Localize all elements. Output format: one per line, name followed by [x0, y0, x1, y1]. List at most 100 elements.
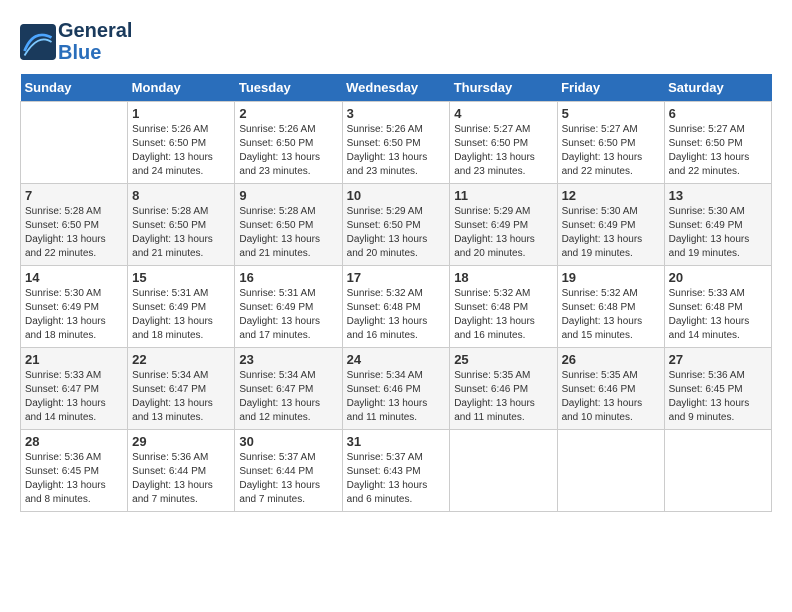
day-number: 24: [347, 352, 446, 367]
calendar-cell: [557, 430, 664, 512]
calendar-cell: 28 Sunrise: 5:36 AM Sunset: 6:45 PM Dayli…: [21, 430, 128, 512]
day-info: Sunrise: 5:34 AM Sunset: 6:47 PM Dayligh…: [132, 369, 230, 425]
day-info: Sunrise: 5:26 AM Sunset: 6:50 PM Dayligh…: [132, 123, 230, 179]
day-number: 19: [562, 270, 660, 285]
day-number: 21: [25, 352, 123, 367]
calendar-cell: [664, 430, 771, 512]
day-info: Sunrise: 5:37 AM Sunset: 6:44 PM Dayligh…: [239, 451, 337, 507]
weekday-header-saturday: Saturday: [664, 74, 771, 102]
day-info: Sunrise: 5:34 AM Sunset: 6:46 PM Dayligh…: [347, 369, 446, 425]
day-info: Sunrise: 5:26 AM Sunset: 6:50 PM Dayligh…: [347, 123, 446, 179]
calendar-cell: 10 Sunrise: 5:29 AM Sunset: 6:50 PM Dayli…: [342, 184, 450, 266]
calendar-cell: [450, 430, 557, 512]
calendar-cell: 8 Sunrise: 5:28 AM Sunset: 6:50 PM Daylig…: [128, 184, 235, 266]
calendar-cell: 21 Sunrise: 5:33 AM Sunset: 6:47 PM Dayli…: [21, 348, 128, 430]
day-number: 31: [347, 434, 446, 449]
calendar-cell: 6 Sunrise: 5:27 AM Sunset: 6:50 PM Daylig…: [664, 102, 771, 184]
day-number: 10: [347, 188, 446, 203]
calendar-week-row: 21 Sunrise: 5:33 AM Sunset: 6:47 PM Dayli…: [21, 348, 772, 430]
day-number: 26: [562, 352, 660, 367]
day-info: Sunrise: 5:32 AM Sunset: 6:48 PM Dayligh…: [562, 287, 660, 343]
day-info: Sunrise: 5:26 AM Sunset: 6:50 PM Dayligh…: [239, 123, 337, 179]
calendar-cell: 24 Sunrise: 5:34 AM Sunset: 6:46 PM Dayli…: [342, 348, 450, 430]
calendar-cell: 15 Sunrise: 5:31 AM Sunset: 6:49 PM Dayli…: [128, 266, 235, 348]
calendar-cell: 14 Sunrise: 5:30 AM Sunset: 6:49 PM Dayli…: [21, 266, 128, 348]
calendar-cell: 13Sunrise: 5:30 AM Sunset: 6:49 PM Dayli…: [664, 184, 771, 266]
day-number: 4: [454, 106, 552, 121]
calendar-cell: 17 Sunrise: 5:32 AM Sunset: 6:48 PM Dayli…: [342, 266, 450, 348]
day-info: Sunrise: 5:36 AM Sunset: 6:45 PM Dayligh…: [669, 369, 767, 425]
calendar-week-row: 1 Sunrise: 5:26 AM Sunset: 6:50 PM Daylig…: [21, 102, 772, 184]
day-info: Sunrise: 5:37 AM Sunset: 6:43 PM Dayligh…: [347, 451, 446, 507]
calendar-cell: 12 Sunrise: 5:30 AM Sunset: 6:49 PM Dayli…: [557, 184, 664, 266]
day-number: 29: [132, 434, 230, 449]
day-info: Sunrise: 5:33 AM Sunset: 6:47 PM Dayligh…: [25, 369, 123, 425]
day-info: Sunrise: 5:28 AM Sunset: 6:50 PM Dayligh…: [25, 205, 123, 261]
day-number: 11: [454, 188, 552, 203]
day-info: Sunrise: 5:27 AM Sunset: 6:50 PM Dayligh…: [669, 123, 767, 179]
day-number: 12: [562, 188, 660, 203]
day-info: Sunrise: 5:36 AM Sunset: 6:44 PM Dayligh…: [132, 451, 230, 507]
day-number: 30: [239, 434, 337, 449]
day-number: 3: [347, 106, 446, 121]
day-number: 28: [25, 434, 123, 449]
day-number: 8: [132, 188, 230, 203]
calendar-cell: 30 Sunrise: 5:37 AM Sunset: 6:44 PM Dayli…: [235, 430, 342, 512]
calendar-week-row: 7 Sunrise: 5:28 AM Sunset: 6:50 PM Daylig…: [21, 184, 772, 266]
weekday-header-friday: Friday: [557, 74, 664, 102]
day-number: 6: [669, 106, 767, 121]
calendar-cell: 11 Sunrise: 5:29 AM Sunset: 6:49 PM Dayli…: [450, 184, 557, 266]
day-info: Sunrise: 5:27 AM Sunset: 6:50 PM Dayligh…: [562, 123, 660, 179]
day-number: 23: [239, 352, 337, 367]
day-info: Sunrise: 5:31 AM Sunset: 6:49 PM Dayligh…: [239, 287, 337, 343]
calendar-week-row: 28 Sunrise: 5:36 AM Sunset: 6:45 PM Dayli…: [21, 430, 772, 512]
calendar-cell: 3 Sunrise: 5:26 AM Sunset: 6:50 PM Daylig…: [342, 102, 450, 184]
day-number: 25: [454, 352, 552, 367]
day-info: Sunrise: 5:29 AM Sunset: 6:49 PM Dayligh…: [454, 205, 552, 261]
day-info: Sunrise: 5:34 AM Sunset: 6:47 PM Dayligh…: [239, 369, 337, 425]
day-info: Sunrise: 5:36 AM Sunset: 6:45 PM Dayligh…: [25, 451, 123, 507]
day-number: 16: [239, 270, 337, 285]
weekday-header-wednesday: Wednesday: [342, 74, 450, 102]
day-number: 18: [454, 270, 552, 285]
day-number: 15: [132, 270, 230, 285]
calendar-cell: 7 Sunrise: 5:28 AM Sunset: 6:50 PM Daylig…: [21, 184, 128, 266]
calendar-cell: 18 Sunrise: 5:32 AM Sunset: 6:48 PM Dayli…: [450, 266, 557, 348]
day-info: Sunrise: 5:28 AM Sunset: 6:50 PM Dayligh…: [132, 205, 230, 261]
day-number: 7: [25, 188, 123, 203]
day-info: Sunrise: 5:32 AM Sunset: 6:48 PM Dayligh…: [454, 287, 552, 343]
weekday-header-monday: Monday: [128, 74, 235, 102]
day-number: 14: [25, 270, 123, 285]
calendar-cell: 9 Sunrise: 5:28 AM Sunset: 6:50 PM Daylig…: [235, 184, 342, 266]
day-info: Sunrise: 5:31 AM Sunset: 6:49 PM Dayligh…: [132, 287, 230, 343]
day-info: Sunrise: 5:32 AM Sunset: 6:48 PM Dayligh…: [347, 287, 446, 343]
weekday-header-tuesday: Tuesday: [235, 74, 342, 102]
day-number: 17: [347, 270, 446, 285]
logo-icon: [20, 24, 56, 60]
day-info: Sunrise: 5:33 AM Sunset: 6:48 PM Dayligh…: [669, 287, 767, 343]
calendar-cell: 27Sunrise: 5:36 AM Sunset: 6:45 PM Dayli…: [664, 348, 771, 430]
day-number: 1: [132, 106, 230, 121]
day-info: Sunrise: 5:29 AM Sunset: 6:50 PM Dayligh…: [347, 205, 446, 261]
calendar-cell: 25 Sunrise: 5:35 AM Sunset: 6:46 PM Dayli…: [450, 348, 557, 430]
day-number: 22: [132, 352, 230, 367]
calendar-cell: 5 Sunrise: 5:27 AM Sunset: 6:50 PM Daylig…: [557, 102, 664, 184]
calendar-cell: 31 Sunrise: 5:37 AM Sunset: 6:43 PM Dayli…: [342, 430, 450, 512]
calendar-cell: 26Sunrise: 5:35 AM Sunset: 6:46 PM Dayli…: [557, 348, 664, 430]
day-info: Sunrise: 5:35 AM Sunset: 6:46 PM Dayligh…: [454, 369, 552, 425]
day-info: Sunrise: 5:30 AM Sunset: 6:49 PM Dayligh…: [562, 205, 660, 261]
calendar-cell: 22 Sunrise: 5:34 AM Sunset: 6:47 PM Dayli…: [128, 348, 235, 430]
day-info: Sunrise: 5:28 AM Sunset: 6:50 PM Dayligh…: [239, 205, 337, 261]
day-number: 20: [669, 270, 767, 285]
day-number: 9: [239, 188, 337, 203]
day-number: 5: [562, 106, 660, 121]
calendar-cell: 4Sunrise: 5:27 AM Sunset: 6:50 PM Daylig…: [450, 102, 557, 184]
calendar-cell: 19 Sunrise: 5:32 AM Sunset: 6:48 PM Dayli…: [557, 266, 664, 348]
calendar-cell: 29 Sunrise: 5:36 AM Sunset: 6:44 PM Dayli…: [128, 430, 235, 512]
calendar-cell: 20 Sunrise: 5:33 AM Sunset: 6:48 PM Dayli…: [664, 266, 771, 348]
calendar-cell: 23 Sunrise: 5:34 AM Sunset: 6:47 PM Dayli…: [235, 348, 342, 430]
weekday-header-sunday: Sunday: [21, 74, 128, 102]
calendar-week-row: 14 Sunrise: 5:30 AM Sunset: 6:49 PM Dayli…: [21, 266, 772, 348]
day-number: 13: [669, 188, 767, 203]
day-info: Sunrise: 5:30 AM Sunset: 6:49 PM Dayligh…: [25, 287, 123, 343]
